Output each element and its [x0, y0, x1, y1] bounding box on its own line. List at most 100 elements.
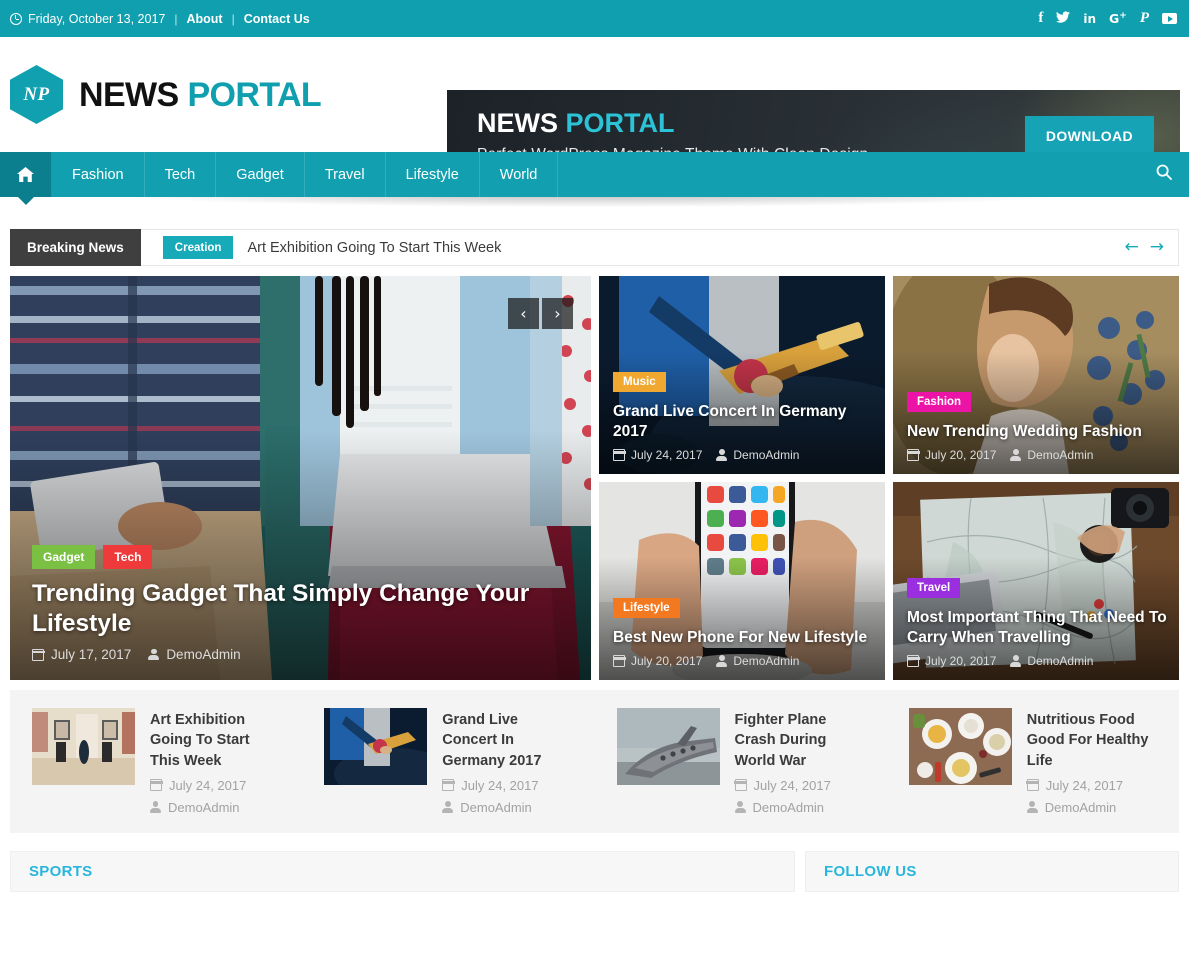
- banner-title-first: NEWS: [477, 108, 558, 139]
- calendar-icon: [441, 779, 455, 792]
- youtube-icon[interactable]: [1162, 13, 1177, 24]
- list-item-author-text: DemoAdmin: [752, 799, 825, 815]
- card-author: DemoAdmin: [716, 448, 799, 462]
- logo-mark-text: NP: [23, 83, 50, 105]
- featured-card-music[interactable]: Music Grand Live Concert In Germany 2017…: [599, 276, 885, 474]
- card-date-text: July 20, 2017: [631, 654, 703, 668]
- calendar-icon: [734, 779, 747, 792]
- hero-author-text: DemoAdmin: [166, 647, 241, 662]
- card-author: DemoAdmin: [716, 654, 799, 668]
- card-title[interactable]: Best New Phone For New Lifestyle: [613, 628, 873, 647]
- list-item-author: DemoAdmin: [734, 799, 865, 815]
- facebook-icon[interactable]: f: [1038, 11, 1043, 26]
- thumbnail-live-concert: [324, 708, 428, 785]
- user-icon: [150, 801, 161, 814]
- card-meta-row: July 24, 2017 DemoAdmin: [612, 448, 873, 462]
- card-author: DemoAdmin: [1010, 448, 1093, 462]
- topbar-link-about[interactable]: About: [186, 12, 222, 26]
- nav-item-tech[interactable]: Tech: [145, 152, 217, 197]
- card-author-text: DemoAdmin: [1027, 654, 1094, 668]
- card-date-text: July 20, 2017: [925, 448, 997, 462]
- hero-slider-controls: ‹ ›: [508, 298, 573, 329]
- user-icon: [1026, 801, 1038, 814]
- breaking-news-headline[interactable]: Art Exhibition Going To Start This Week: [247, 230, 501, 265]
- nav-item-lifestyle[interactable]: Lifestyle: [386, 152, 480, 197]
- calendar-icon: [906, 655, 920, 667]
- card-badges: Music: [613, 372, 873, 393]
- list-item-author-text: DemoAdmin: [168, 799, 240, 815]
- list-item-title[interactable]: Nutritious Food Good For Healthy Life: [1027, 710, 1157, 771]
- list-item-title[interactable]: Grand Live Concert In Germany 2017: [442, 710, 572, 771]
- breaking-news-category[interactable]: Creation: [162, 236, 234, 259]
- card-title[interactable]: New Trending Wedding Fashion: [907, 422, 1167, 441]
- nav-item-fashion[interactable]: Fashion: [52, 152, 145, 197]
- list-item-date: July 24, 2017: [441, 778, 572, 793]
- hero-article[interactable]: ‹ › Gadget Tech Trending Gadget That Sim…: [10, 276, 591, 680]
- sports-section: SPORTS: [10, 850, 795, 892]
- main-navigation: Fashion Tech Gadget Travel Lifestyle Wor…: [0, 152, 1189, 197]
- search-button[interactable]: [1139, 152, 1189, 197]
- calendar-icon: [31, 648, 45, 661]
- brand-title: NEWS PORTAL: [79, 75, 322, 114]
- category-badge-fashion[interactable]: Fashion: [907, 391, 972, 412]
- hero-date: July 17, 2017: [31, 647, 131, 662]
- latest-posts-strip: Art Exhibition Going To Start This Week …: [10, 690, 1179, 833]
- home-icon: [17, 167, 34, 182]
- category-badge-music[interactable]: Music: [613, 372, 666, 393]
- breaking-news-label: Breaking News: [10, 229, 141, 266]
- category-badge-travel[interactable]: Travel: [907, 578, 961, 599]
- nav-item-travel[interactable]: Travel: [305, 152, 386, 197]
- list-item[interactable]: Nutritious Food Good For Healthy Life Ju…: [887, 708, 1179, 815]
- list-item-title[interactable]: Art Exhibition Going To Start This Week: [150, 710, 280, 771]
- banner-title-second: PORTAL: [558, 108, 675, 139]
- featured-card-travel[interactable]: Travel Most Important Thing That Need To…: [893, 482, 1179, 680]
- card-author: DemoAdmin: [1010, 654, 1093, 668]
- googleplus-icon[interactable]: G+: [1109, 11, 1127, 26]
- card-title[interactable]: Grand Live Concert In Germany 2017: [613, 402, 873, 441]
- nav-item-gadget[interactable]: Gadget: [216, 152, 305, 197]
- featured-card-lifestyle[interactable]: Lifestyle Best New Phone For New Lifesty…: [599, 482, 885, 680]
- featured-cards-row-bottom: Lifestyle Best New Phone For New Lifesty…: [599, 482, 1179, 680]
- thumbnail-art-exhibition: [32, 708, 135, 785]
- list-item-author: DemoAdmin: [442, 800, 572, 815]
- nav-item-home[interactable]: [0, 152, 52, 197]
- list-item-title[interactable]: Fighter Plane Crash During World War: [735, 710, 865, 771]
- list-item[interactable]: Grand Live Concert In Germany 2017 July …: [302, 708, 594, 815]
- card-date: July 20, 2017: [906, 654, 996, 668]
- card-meta: Lifestyle Best New Phone For New Lifesty…: [612, 597, 873, 668]
- card-date: July 24, 2017: [612, 448, 702, 462]
- featured-card-fashion[interactable]: Fashion New Trending Wedding Fashion Jul…: [893, 276, 1179, 474]
- sports-section-title: SPORTS: [29, 862, 93, 880]
- card-meta: Fashion New Trending Wedding Fashion Jul…: [906, 391, 1167, 462]
- breaking-next-arrow-icon[interactable]: →: [1150, 239, 1164, 256]
- card-meta: Music Grand Live Concert In Germany 2017…: [612, 372, 873, 462]
- featured-grid: ‹ › Gadget Tech Trending Gadget That Sim…: [0, 266, 1189, 680]
- list-item[interactable]: Art Exhibition Going To Start This Week …: [10, 708, 302, 815]
- breaking-prev-arrow-icon[interactable]: ←: [1125, 239, 1139, 256]
- category-badge-gadget[interactable]: Gadget: [32, 545, 96, 570]
- twitter-icon[interactable]: [1056, 11, 1071, 26]
- category-badge-lifestyle[interactable]: Lifestyle: [613, 597, 680, 618]
- brand-title-first: NEWS: [79, 75, 179, 114]
- category-badge-tech[interactable]: Tech: [103, 545, 153, 570]
- hero-next-button[interactable]: ›: [542, 298, 573, 329]
- user-icon: [734, 801, 746, 814]
- list-item[interactable]: Fighter Plane Crash During World War Jul…: [595, 708, 887, 815]
- topbar-link-contact-us[interactable]: Contact Us: [244, 12, 310, 26]
- calendar-icon: [149, 779, 163, 792]
- list-item-text: Art Exhibition Going To Start This Week …: [149, 708, 280, 815]
- card-title[interactable]: Most Important Thing That Need To Carry …: [907, 608, 1167, 647]
- hero-prev-button[interactable]: ‹: [508, 298, 539, 329]
- site-logo[interactable]: NP NEWS PORTAL: [10, 65, 447, 124]
- list-item-author-text: DemoAdmin: [1044, 799, 1117, 815]
- bottom-sections: SPORTS FOLLOW US: [0, 833, 1189, 892]
- featured-cards-row-top: Music Grand Live Concert In Germany 2017…: [599, 276, 1179, 474]
- nav-item-world[interactable]: World: [480, 152, 559, 197]
- hero-title[interactable]: Trending Gadget That Simply Change Your …: [32, 579, 569, 638]
- pinterest-icon[interactable]: P: [1140, 11, 1149, 26]
- download-button[interactable]: DOWNLOAD: [1024, 116, 1154, 156]
- linkedin-icon[interactable]: in: [1083, 13, 1096, 25]
- list-item-date: July 24, 2017: [734, 778, 865, 793]
- card-date: July 20, 2017: [612, 654, 703, 668]
- user-icon: [1010, 655, 1022, 667]
